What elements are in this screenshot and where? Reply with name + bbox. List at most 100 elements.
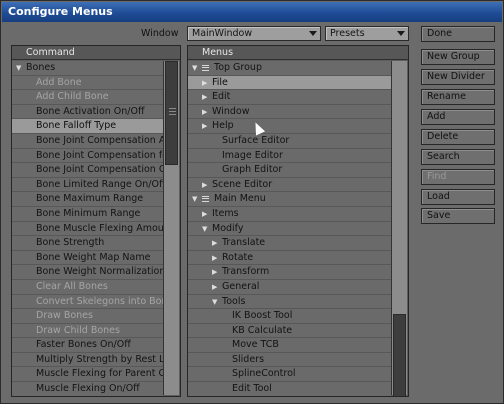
new-divider-button[interactable]: New Divider <box>421 69 495 85</box>
presets-select[interactable]: Presets <box>325 26 409 41</box>
triangle-right-icon[interactable]: ▶ <box>212 265 217 279</box>
menu-tree-item[interactable]: Edit Tool <box>188 382 391 396</box>
menu-group-row[interactable]: ▼ Main Menu <box>188 192 391 207</box>
command-scrollbar-thumb[interactable] <box>165 61 178 165</box>
command-list-panel: Command ▼ Bones Add Bone Add Child Bone Bone… <box>11 45 181 397</box>
triangle-right-icon[interactable]: ▶ <box>212 251 217 265</box>
delete-button[interactable]: Delete <box>421 129 495 145</box>
menu-tree-item[interactable]: ▼ Tools <box>188 294 391 310</box>
menu-item-label: Graph Editor <box>222 164 283 176</box>
menu-tree-item[interactable]: ▶ Transform <box>188 265 391 280</box>
command-item[interactable]: Bone Minimum Range <box>12 206 163 222</box>
command-item[interactable]: Bone Falloff Type <box>12 119 163 134</box>
triangle-down-icon[interactable]: ▼ <box>16 61 21 75</box>
menu-item-label: Image Editor <box>222 149 283 161</box>
command-item[interactable]: Bone Joint Compensation A... <box>12 133 163 149</box>
command-item[interactable]: Draw Bones <box>12 309 163 324</box>
command-item[interactable]: Bone Weight Map Name <box>12 250 163 266</box>
command-item-label: Bone Minimum Range <box>36 207 141 219</box>
command-item-label: Bone Joint Compensation O... <box>36 164 163 176</box>
menu-tree-item[interactable]: ▶ Rotate <box>188 250 391 266</box>
menu-tree-item[interactable]: ▶ Window <box>188 104 391 120</box>
command-item[interactable]: Draw Child Bones <box>12 323 163 339</box>
triangle-right-icon[interactable]: ▶ <box>202 105 207 119</box>
menu-item-label: Top Group <box>214 62 262 73</box>
command-item[interactable]: ▼ Bones <box>12 61 163 76</box>
window-select[interactable]: MainWindow <box>187 26 321 41</box>
menu-item-label: Help <box>212 120 234 132</box>
window-label: Window <box>141 28 179 39</box>
menus-scrollbar-thumb[interactable] <box>393 314 406 396</box>
menu-tree-item[interactable]: Sliders <box>188 352 391 368</box>
triangle-down-icon[interactable]: ▼ <box>212 295 217 309</box>
save-button[interactable]: Save <box>421 208 495 224</box>
menu-tree-item[interactable]: IK Boost Tool <box>188 309 391 324</box>
add-button[interactable]: Add <box>421 109 495 125</box>
triangle-right-icon[interactable]: ▶ <box>202 90 207 104</box>
menu-item-label: Main Menu <box>214 193 266 205</box>
triangle-down-icon[interactable]: ▼ <box>192 192 197 206</box>
menu-tree-item[interactable]: Move TCB <box>188 338 391 353</box>
command-item-label: Bone Weight Normalization <box>36 266 163 278</box>
menu-tree-item[interactable]: Surface Editor <box>188 133 391 149</box>
menu-tree-item[interactable]: ▶ General <box>188 279 391 295</box>
menus-scrollbar[interactable] <box>391 61 407 396</box>
load-button[interactable]: Load <box>421 189 495 205</box>
menu-tree-item[interactable]: ▶ Help <box>188 119 391 134</box>
rename-button[interactable]: Rename <box>421 89 495 105</box>
menu-item-label: Edit <box>212 91 231 103</box>
menu-tree-item[interactable]: ▶ File <box>188 75 391 91</box>
menu-tree-item[interactable]: SplineControl <box>188 367 391 383</box>
command-item[interactable]: Add Child Bone <box>12 90 163 105</box>
dropdown-arrow-icon <box>397 31 405 36</box>
command-item-label: Bone Activation On/Off <box>36 105 145 117</box>
command-item[interactable]: Bone Muscle Flexing Amou <box>12 221 163 237</box>
menu-tree-item[interactable]: Image Editor <box>188 148 391 164</box>
command-item[interactable]: Bone Joint Compensation O... <box>12 163 163 178</box>
menu-tree-item[interactable]: ▶ Edit <box>188 90 391 105</box>
menu-tree-item[interactable]: Graph Editor <box>188 163 391 178</box>
triangle-right-icon[interactable]: ▶ <box>202 76 207 90</box>
scrollbar-grip-line <box>169 111 176 112</box>
command-item[interactable]: Faster Bones On/Off <box>12 338 163 353</box>
menu-tree-item[interactable]: ▶ Scene Editor <box>188 177 391 193</box>
title-bar: Configure Menus <box>2 2 502 22</box>
triangle-down-icon[interactable]: ▼ <box>202 222 207 236</box>
command-item[interactable]: Clear All Bones <box>12 279 163 295</box>
command-item-label: Bone Limited Range On/Off <box>36 178 163 190</box>
command-item-label: Add Bone <box>36 76 82 88</box>
triangle-right-icon[interactable]: ▶ <box>202 119 207 133</box>
command-item[interactable]: Bone Weight Normalization <box>12 265 163 280</box>
triangle-right-icon[interactable]: ▶ <box>212 280 217 294</box>
command-item[interactable]: Bone Activation On/Off <box>12 104 163 120</box>
done-button[interactable]: Done <box>421 26 495 42</box>
command-item-label: Draw Child Bones <box>36 324 120 336</box>
menu-tree-item[interactable]: ▶ Translate <box>188 236 391 251</box>
command-scrollbar[interactable] <box>163 61 179 395</box>
menus-column-header[interactable]: Menus <box>188 46 408 60</box>
menu-tree-item[interactable]: KB Calculate <box>188 323 391 339</box>
command-item[interactable]: Muscle Flexing On/Off <box>12 382 163 396</box>
command-item[interactable]: Bone Limited Range On/Off <box>12 177 163 193</box>
triangle-right-icon[interactable]: ▶ <box>212 236 217 250</box>
command-item-label: Bone Joint Compensation fo... <box>36 149 163 161</box>
command-item[interactable]: Add Bone <box>12 75 163 91</box>
menu-item-label: Translate <box>222 237 266 249</box>
command-item[interactable]: Bone Joint Compensation fo... <box>12 148 163 164</box>
command-column-header[interactable]: Command <box>12 46 180 60</box>
menu-group-row[interactable]: ▼ Top Group <box>188 61 391 76</box>
menu-tree-item[interactable]: ▶ Items <box>188 206 391 222</box>
presets-select-value: Presets <box>330 28 365 39</box>
search-button[interactable]: Search <box>421 149 495 165</box>
triangle-right-icon[interactable]: ▶ <box>202 178 207 192</box>
menu-tree-item[interactable]: ▼ Modify <box>188 221 391 237</box>
triangle-down-icon[interactable]: ▼ <box>192 61 197 75</box>
command-item[interactable]: Multiply Strength by Rest Le... <box>12 352 163 368</box>
command-item[interactable]: Bone Maximum Range <box>12 192 163 207</box>
triangle-right-icon[interactable]: ▶ <box>202 207 207 221</box>
new-group-button[interactable]: New Group <box>421 49 495 65</box>
command-item[interactable]: Muscle Flexing for Parent O... <box>12 367 163 383</box>
command-item[interactable]: Bone Strength <box>12 236 163 251</box>
menu-item-label: Transform <box>222 266 270 278</box>
command-item[interactable]: Convert Skelegons into Bone... <box>12 294 163 310</box>
